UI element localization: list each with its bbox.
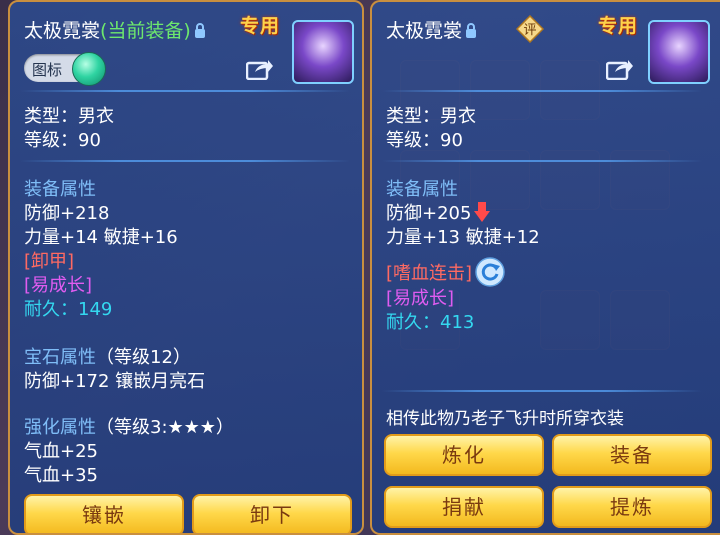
item-type: 类型：男衣 xyxy=(386,106,476,127)
equip-button[interactable]: 装备 xyxy=(552,434,712,476)
enhance-level: （等级3:★★★） xyxy=(96,417,234,438)
defense-value: 防御+205 xyxy=(386,203,472,224)
strength-agility-stat: 力量+14 敏捷+16 xyxy=(24,227,178,248)
divider xyxy=(20,160,350,162)
refresh-icon[interactable] xyxy=(475,257,505,287)
exclusive-badge: 专用 xyxy=(240,15,281,37)
equip-attr-header: 装备属性 xyxy=(386,179,458,200)
item-avatar-icon xyxy=(292,20,354,84)
unequip-button[interactable]: 卸下 xyxy=(192,494,352,533)
item-type: 类型：男衣 xyxy=(24,106,114,127)
special-effect: [易成长] xyxy=(24,275,93,296)
divider xyxy=(20,90,350,92)
item-title: 太极霓裳(当前装备) xyxy=(24,16,206,43)
special-effect: [嗜血连击] xyxy=(386,257,505,287)
item-level: 等级：90 xyxy=(386,130,463,151)
down-arrow-icon xyxy=(474,202,491,222)
enhance-stat: 气血+35 xyxy=(24,465,98,486)
gem-stat: 防御+172 镶嵌月亮石 xyxy=(24,371,206,392)
durability-label: 耐久： xyxy=(386,312,440,333)
defense-stat: 防御+205 xyxy=(386,199,491,225)
item-level: 等级：90 xyxy=(24,130,101,151)
share-icon[interactable] xyxy=(246,58,274,80)
durability: 耐久：413 xyxy=(386,308,474,334)
item-title: 太极霓裳 xyxy=(386,16,477,43)
gem-attr-header: 宝石属性 xyxy=(24,347,96,368)
divider xyxy=(382,390,702,392)
item-avatar-icon xyxy=(648,20,710,84)
extract-button[interactable]: 提炼 xyxy=(552,486,712,528)
appraisal-seal-icon: 评 xyxy=(516,15,544,43)
icon-label-toggle[interactable]: 图标 xyxy=(24,52,106,86)
svg-text:评: 评 xyxy=(523,23,536,38)
special-effect: [易成长] xyxy=(386,288,455,309)
durability-value: 413 xyxy=(440,312,475,333)
compare-item-panel: 太极霓裳 评 专用 类型：男衣 等级：90 装备属性 防御+205 力量+13 … xyxy=(370,0,720,535)
item-description: 相传此物乃老子飞升时所穿衣装 xyxy=(386,409,624,429)
enhance-stat: 气血+25 xyxy=(24,441,98,462)
enhance-attr-line: 强化属性（等级3:★★★） xyxy=(24,413,234,439)
special-effect-label: [嗜血连击] xyxy=(386,263,473,284)
toggle-knob[interactable] xyxy=(72,52,106,86)
refine-button[interactable]: 炼化 xyxy=(384,434,544,476)
defense-stat: 防御+218 xyxy=(24,203,110,224)
gem-level: （等级12） xyxy=(96,347,191,368)
strength-agility-stat: 力量+13 敏捷+12 xyxy=(386,227,540,248)
enhance-attr-header: 强化属性 xyxy=(24,417,96,438)
donate-button[interactable]: 捐献 xyxy=(384,486,544,528)
lock-icon xyxy=(466,23,477,38)
durability-value: 149 xyxy=(78,299,113,320)
item-name: 太极霓裳 xyxy=(24,20,101,42)
divider xyxy=(382,90,702,92)
exclusive-badge: 专用 xyxy=(598,15,639,37)
share-icon[interactable] xyxy=(606,58,634,80)
equipped-item-panel: 太极霓裳(当前装备) 专用 图标 类型：男衣 等级：90 装备属性 防御+218… xyxy=(8,0,364,535)
toggle-label: 图标 xyxy=(32,61,63,79)
gem-attr-line: 宝石属性（等级12） xyxy=(24,343,191,369)
inlay-button[interactable]: 镶嵌 xyxy=(24,494,184,533)
divider xyxy=(382,160,702,162)
lock-icon xyxy=(194,23,205,38)
equip-attr-header: 装备属性 xyxy=(24,179,96,200)
equipped-tag: (当前装备) xyxy=(100,20,191,42)
durability: 耐久：149 xyxy=(24,295,112,321)
durability-label: 耐久： xyxy=(24,299,78,320)
item-name: 太极霓裳 xyxy=(386,20,463,42)
special-effect: [卸甲] xyxy=(24,251,75,272)
